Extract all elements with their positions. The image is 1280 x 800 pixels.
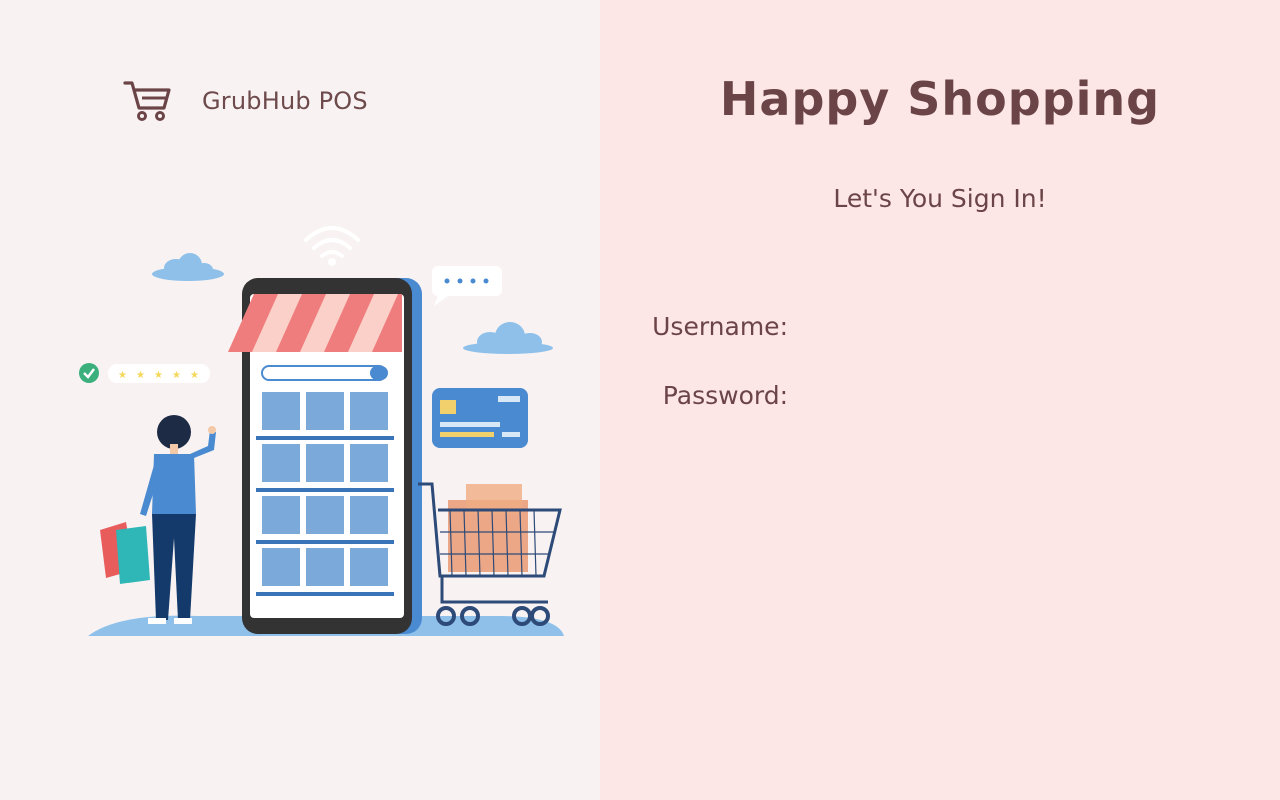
left-panel: GrubHub POS ★ ★ ★ ★ ★ <box>0 0 600 800</box>
password-label: Password: <box>662 381 788 410</box>
svg-text:★: ★ <box>118 370 127 381</box>
brand-name: GrubHub POS <box>202 87 368 115</box>
online-shopping-illustration: ★ ★ ★ ★ ★ <box>79 226 564 636</box>
login-panel: Happy Shopping Let's You Sign In! Userna… <box>600 0 1280 800</box>
username-label: Username: <box>652 312 788 341</box>
credit-card-icon <box>432 388 528 448</box>
page-title: Happy Shopping <box>719 72 1161 126</box>
shopper-figure <box>100 415 216 624</box>
cloud-icon <box>152 253 224 281</box>
phone-storefront <box>228 278 422 634</box>
username-field[interactable] <box>796 308 1200 350</box>
svg-text:★: ★ <box>136 370 145 381</box>
shopping-cart-illustration <box>418 482 562 626</box>
svg-text:★: ★ <box>190 370 199 381</box>
cloud-icon <box>463 322 553 354</box>
rating-badge: ★ ★ ★ ★ ★ <box>79 363 210 383</box>
svg-text:★: ★ <box>172 370 181 381</box>
password-field[interactable] <box>796 377 1200 419</box>
brand: GrubHub POS <box>122 78 368 124</box>
page-subtitle: Let's You Sign In! <box>833 184 1047 213</box>
wifi-icon <box>304 226 360 266</box>
shopping-cart-icon <box>123 81 171 121</box>
login-page: GrubHub POS ★ ★ ★ ★ ★ Happy Shopping Let… <box>0 0 1280 800</box>
svg-text:★: ★ <box>154 370 163 381</box>
chat-bubble-icon <box>432 266 502 306</box>
